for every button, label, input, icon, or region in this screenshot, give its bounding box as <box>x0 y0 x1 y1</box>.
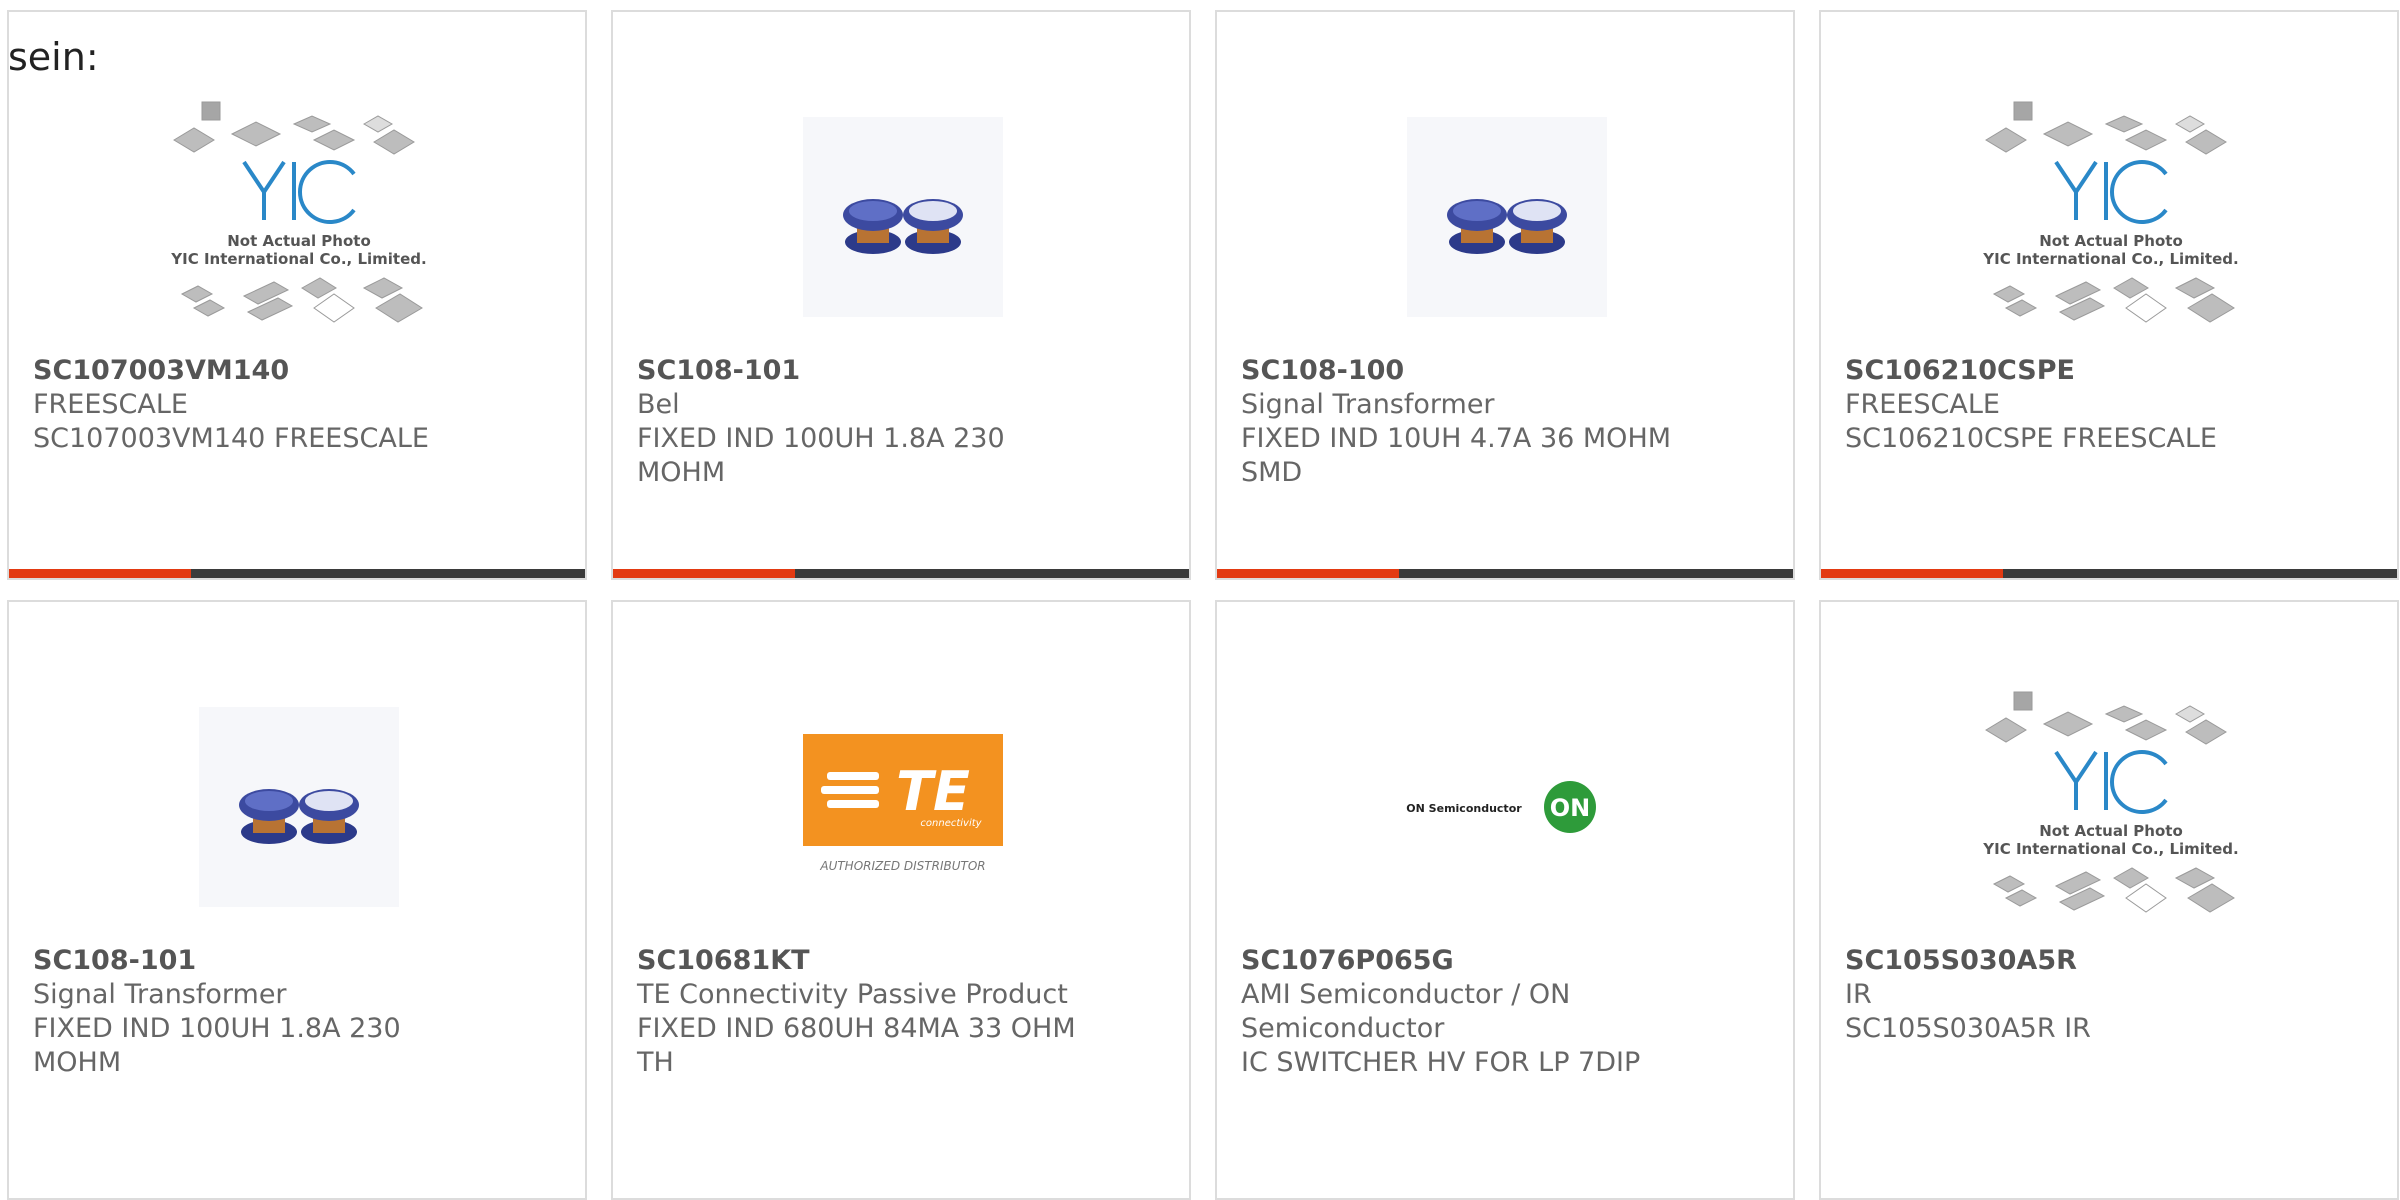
part-number[interactable]: SC105S030A5R <box>1845 944 2377 978</box>
inductor-photo-icon <box>803 117 1003 317</box>
product-card[interactable]: Not Actual Photo YIC International Co., … <box>1819 600 2399 1200</box>
card-bottom-bar <box>613 569 1189 578</box>
yic-placeholder-icon: Not Actual Photo YIC International Co., … <box>1982 691 2239 913</box>
svg-text:Not Actual Photo: Not Actual Photo <box>2039 232 2183 250</box>
part-number[interactable]: SC108-101 <box>33 944 565 978</box>
bar-accent <box>1821 569 2003 578</box>
manufacturer: IR <box>1845 979 1872 1010</box>
part-number[interactable]: SC106210CSPE <box>1845 354 2377 388</box>
inductor-photo-icon <box>1407 117 1607 317</box>
product-card[interactable]: Not Actual Photo YIC International Co., … <box>7 10 587 580</box>
manufacturer: AMI Semiconductor / ON Semiconductor <box>1241 979 1571 1044</box>
description: FIXED IND 100UH 1.8A 230 MOHM <box>637 423 1005 488</box>
product-image[interactable] <box>1372 82 1642 352</box>
description: SC106210CSPE FREESCALE <box>1845 423 2217 454</box>
part-number[interactable]: SC107003VM140 <box>33 354 565 388</box>
svg-text:YIC International Co., Limited: YIC International Co., Limited. <box>1982 250 2238 268</box>
bar-accent <box>1217 569 1399 578</box>
manufacturer: FREESCALE <box>33 389 188 420</box>
card-bottom-bar <box>1821 569 2397 578</box>
manufacturer: FREESCALE <box>1845 389 2000 420</box>
product-image-placeholder[interactable]: Not Actual Photo YIC International Co., … <box>164 82 434 352</box>
manufacturer: Signal Transformer <box>33 979 287 1010</box>
product-card[interactable]: SC108-101 Signal Transformer FIXED IND 1… <box>7 600 587 1200</box>
bar-accent <box>613 569 795 578</box>
on-semiconductor-logo-icon: ON Semiconductor ON <box>1406 781 1596 833</box>
description: SC105S030A5R IR <box>1845 1013 2091 1044</box>
product-card[interactable]: SC108-101 Bel FIXED IND 100UH 1.8A 230 M… <box>611 10 1191 580</box>
part-number[interactable]: SC108-101 <box>637 354 1169 388</box>
svg-text:Not Actual Photo: Not Actual Photo <box>2039 822 2183 840</box>
product-image[interactable]: ON Semiconductor ON <box>1372 672 1642 942</box>
product-card[interactable]: ON Semiconductor ON SC1076P065G AMI Semi… <box>1215 600 1795 1200</box>
description: FIXED IND 680UH 84MA 33 OHM TH <box>637 1013 1076 1078</box>
svg-text:YIC International Co., Limited: YIC International Co., Limited. <box>170 250 426 268</box>
svg-text:ON Semiconductor: ON Semiconductor <box>1406 802 1522 815</box>
card-bottom-bar <box>1217 569 1793 578</box>
product-image-placeholder[interactable]: Not Actual Photo YIC International Co., … <box>1976 672 2246 942</box>
product-image-placeholder[interactable]: Not Actual Photo YIC International Co., … <box>1976 82 2246 352</box>
description: FIXED IND 100UH 1.8A 230 MOHM <box>33 1013 401 1078</box>
manufacturer: Bel <box>637 389 680 420</box>
product-image[interactable]: TE connectivity AUTHORIZED DISTRIBUTOR <box>768 672 1038 942</box>
product-card[interactable]: Not Actual Photo YIC International Co., … <box>1819 10 2399 580</box>
description: SC107003VM140 FREESCALE <box>33 423 429 454</box>
svg-text:Not Actual Photo: Not Actual Photo <box>227 232 371 250</box>
svg-text:TE: TE <box>896 760 970 823</box>
product-image[interactable] <box>164 672 434 942</box>
svg-text:YIC International Co., Limited: YIC International Co., Limited. <box>1982 840 2238 858</box>
inductor-photo-icon <box>199 707 399 907</box>
bar-accent <box>9 569 191 578</box>
product-card[interactable]: TE connectivity AUTHORIZED DISTRIBUTOR S… <box>611 600 1191 1200</box>
yic-placeholder-icon: Not Actual Photo YIC International Co., … <box>1982 101 2239 323</box>
intro-text: sein: <box>8 35 99 79</box>
manufacturer: Signal Transformer <box>1241 389 1495 420</box>
manufacturer: TE Connectivity Passive Product <box>637 979 1068 1010</box>
svg-text:connectivity: connectivity <box>920 818 982 829</box>
part-number[interactable]: SC10681KT <box>637 944 1169 978</box>
part-number[interactable]: SC1076P065G <box>1241 944 1773 978</box>
te-connectivity-logo-icon: TE connectivity AUTHORIZED DISTRIBUTOR <box>803 734 1003 873</box>
product-image[interactable] <box>768 82 1038 352</box>
description: FIXED IND 10UH 4.7A 36 MOHM SMD <box>1241 423 1672 488</box>
description: IC SWITCHER HV FOR LP 7DIP <box>1241 1047 1641 1078</box>
product-card[interactable]: SC108-100 Signal Transformer FIXED IND 1… <box>1215 10 1795 580</box>
svg-text:AUTHORIZED DISTRIBUTOR: AUTHORIZED DISTRIBUTOR <box>819 859 985 873</box>
part-number[interactable]: SC108-100 <box>1241 354 1773 388</box>
yic-placeholder-icon: Not Actual Photo YIC International Co., … <box>170 101 427 323</box>
svg-text:ON: ON <box>1550 794 1591 822</box>
card-bottom-bar <box>9 569 585 578</box>
